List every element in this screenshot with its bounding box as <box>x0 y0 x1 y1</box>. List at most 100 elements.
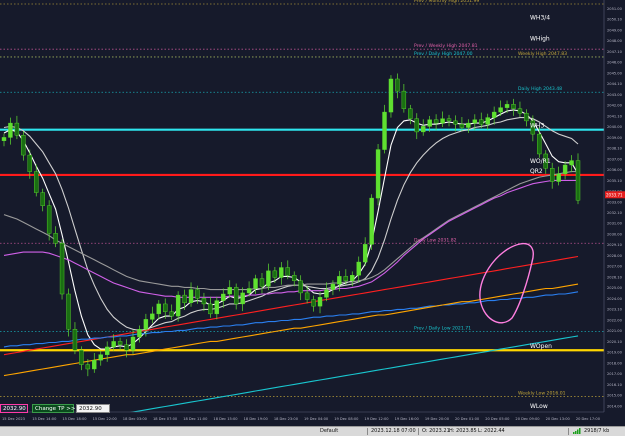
x-tick-label: 20 Dec 05:00 <box>485 417 510 421</box>
y-tick-label: 2040.00 <box>607 125 623 129</box>
candle-body <box>408 108 413 119</box>
candle-body <box>414 118 419 133</box>
level-label: WLow <box>530 403 548 410</box>
x-tick-label: 20 Dec 13:00 <box>546 417 571 421</box>
candle-body <box>85 364 91 370</box>
candle-body <box>253 278 258 289</box>
candle-body <box>150 313 155 320</box>
chart-background <box>0 0 625 435</box>
candle-body <box>111 341 116 348</box>
y-tick-label: 2025.00 <box>607 286 623 290</box>
status-divider <box>367 428 368 435</box>
level-label: Weekly Low 2016.01 <box>518 391 566 397</box>
candle-body <box>356 261 361 276</box>
connection-bars-icon[interactable] <box>573 428 581 434</box>
level-label: WH3 <box>530 123 544 130</box>
candle-body <box>324 289 329 298</box>
candle-body <box>498 107 503 113</box>
candle-body <box>1 137 7 141</box>
candle-body <box>214 300 220 315</box>
left-price-box[interactable]: 2032.90 <box>0 404 28 413</box>
y-tick-label: 2018.00 <box>607 361 623 365</box>
candle-body <box>446 118 452 122</box>
status-divider <box>418 428 419 435</box>
candle-body <box>427 119 432 127</box>
x-tick-label: 19 Dec 12:00 <box>364 417 389 421</box>
candle-body <box>208 303 213 315</box>
x-tick-label: 19 Dec 16:00 <box>395 417 420 421</box>
tp-value-box[interactable]: 2032.90 <box>76 404 110 413</box>
candle-body <box>459 123 465 128</box>
candle-body <box>221 293 226 301</box>
candle-body <box>517 108 523 114</box>
candle-body <box>401 90 407 109</box>
y-tick-label: 2029.10 <box>607 243 623 247</box>
x-tick-label: 20 Dec 09:00 <box>515 417 540 421</box>
y-tick-label: 2036.00 <box>607 168 623 172</box>
candle-body <box>8 122 13 138</box>
candle-body <box>137 329 142 338</box>
candle-body <box>330 283 336 290</box>
level-label: Weekly High 2047.83 <box>518 51 567 57</box>
y-tick-label: 2030.00 <box>607 232 623 236</box>
candle-body <box>53 233 58 244</box>
y-tick-label: 2020.10 <box>607 340 623 344</box>
candle-body <box>375 149 381 199</box>
candle-body <box>98 354 103 361</box>
y-tick-label: 2039.00 <box>607 136 623 140</box>
status-divider <box>568 428 569 435</box>
y-tick-label: 2032.10 <box>607 211 623 215</box>
x-tick-label: 19 Dec 20:00 <box>425 417 450 421</box>
candle-body <box>440 118 445 124</box>
candle-body <box>266 270 271 287</box>
candle-body <box>362 244 368 263</box>
left-price: 2032.90 <box>3 406 26 412</box>
candle-body <box>188 289 194 304</box>
candle-body <box>421 126 426 133</box>
candle-body <box>550 168 555 182</box>
level-label: Prev / Daily High 2047.00 <box>414 51 473 57</box>
candle-body <box>292 275 297 281</box>
change-tp-button[interactable]: Change TP >> <box>32 404 76 413</box>
candle-body <box>124 344 129 351</box>
candle-body <box>272 270 278 278</box>
candle-body <box>233 287 239 305</box>
candle-body <box>337 276 342 285</box>
candle-body <box>182 294 187 304</box>
y-tick-label: 2048.00 <box>607 39 623 43</box>
candle-body <box>479 119 484 125</box>
x-axis: 15 Dec 2023 15 Dec 14:00 15 Dec 18:00 15 De… <box>0 411 625 426</box>
x-tick-label: 18 Dec 23:00 <box>274 417 299 421</box>
candle-body <box>59 243 65 295</box>
change-tp-label: Change TP >> <box>35 406 76 412</box>
candle-body <box>117 341 123 345</box>
y-tick-label: 2028.00 <box>607 254 623 258</box>
level-label: WHigh <box>530 36 550 43</box>
candle-body <box>311 299 316 307</box>
tp-value: 2032.90 <box>79 406 102 412</box>
candle-body <box>472 119 478 124</box>
y-tick-label: 2014.00 <box>607 404 623 408</box>
x-tick-label: 15 Dec 2023 <box>2 417 25 421</box>
candle-body <box>388 78 394 113</box>
x-tick-label: 19 Dec 04:00 <box>304 417 329 421</box>
y-tick-label: 2023.10 <box>607 308 623 312</box>
candle-body <box>350 275 355 281</box>
level-label: Prev / Monthly High 2051.99 <box>414 0 479 4</box>
x-tick-label: 15 Dec 14:00 <box>32 417 57 421</box>
candle-body <box>66 293 71 330</box>
y-tick-label: 2051.00 <box>607 7 623 11</box>
candle-body <box>569 160 574 166</box>
x-tick-label: 20 Dec 17:00 <box>576 417 601 421</box>
x-tick-label: 15 Dec 18:00 <box>62 417 87 421</box>
x-tick-label: 19 Dec 08:00 <box>334 417 359 421</box>
candle-body <box>104 346 110 355</box>
y-tick-label: 2022.00 <box>607 318 623 322</box>
candle-body <box>259 278 265 287</box>
candle-body <box>27 154 32 172</box>
level-label: WOpen <box>530 343 552 350</box>
candle-body <box>130 336 136 351</box>
y-tick-label: 2037.00 <box>607 157 623 161</box>
x-tick-label: 18 Dec 07:00 <box>153 417 178 421</box>
candle-body <box>575 160 581 201</box>
